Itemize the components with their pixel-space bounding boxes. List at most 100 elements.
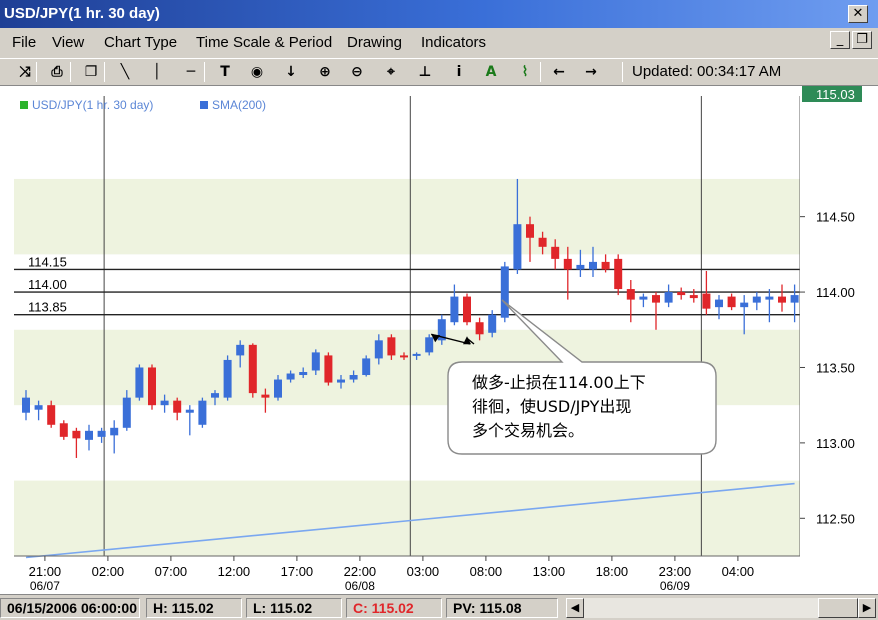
price-chart[interactable]: 114.15 114.00 113.85 USD/JPY(1 hr. 30 day) S… [0,86,878,594]
x-tick-label: 08:00 [470,564,503,579]
callout-text-line: 多个交易机会。 [472,421,584,440]
y-tick-label: 113.50 [816,360,855,375]
candle-body [72,430,81,439]
candle-body [563,258,572,270]
candle-body [374,340,383,359]
zoom-out-icon[interactable]: ⊖ [346,62,368,82]
toolbar-separator [70,62,71,82]
copy-icon[interactable]: ❐ [80,62,102,82]
scroll-thumb[interactable] [818,598,858,618]
x-tick-label: 18:00 [596,564,629,579]
candle-body [387,337,396,356]
toolbar-separator [104,62,105,82]
candle-body [589,261,597,270]
x-tick-date-label: 06/09 [660,579,690,593]
price-band [14,480,800,556]
candle-body [576,264,585,270]
zoom-in-icon[interactable]: ⊕ [314,62,336,82]
menu-time-scale-period[interactable]: Time Scale & Period [196,34,332,51]
info-icon[interactable]: i [448,62,470,82]
candle-body [614,258,623,290]
close-window-button[interactable]: ✕ [848,5,868,23]
menu-view[interactable]: View [52,34,84,51]
restore-button[interactable]: ❐ [852,31,872,49]
candle-body [286,373,295,380]
minimize-button[interactable]: _ [830,31,850,49]
candle-body [324,355,333,383]
candle-body [400,355,408,358]
menu-drawing[interactable]: Drawing [347,34,402,51]
x-tick-label: 13:00 [533,564,566,579]
candle-body [412,353,421,356]
scroll-right-button[interactable]: ▶ [858,598,876,618]
target-icon[interactable]: ◉ [246,62,268,82]
status-close: C: 115.02 [346,598,442,618]
x-tick-label: 04:00 [722,564,755,579]
current-price-label: 115.03 [816,87,855,102]
candle-body [248,344,257,394]
candle-body [689,295,698,299]
text-tool-icon[interactable]: T [214,62,236,82]
x-tick-label: 02:00 [92,564,125,579]
candle-body [59,423,68,437]
fit-icon[interactable]: ⌖ [380,62,402,82]
candle-body [538,237,547,247]
horizontal-line-icon[interactable]: ─ [180,62,202,82]
menu-bar: File View Chart Type Time Scale & Period… [0,28,878,58]
candle-body [727,296,736,308]
candle-body [148,367,156,406]
menu-indicators[interactable]: Indicators [421,34,486,51]
cursor-cross-icon[interactable]: ⤨ [14,62,36,82]
candle-body [185,409,194,413]
candle-body [715,299,723,308]
candle-body [135,367,144,398]
candle-body [626,289,635,300]
hline-label: 114.15 [28,254,67,269]
y-tick-label: 114.00 [816,285,855,300]
x-tick-label: 23:00 [659,564,692,579]
scroll-track[interactable] [584,598,858,618]
scroll-left-icon[interactable]: ← [548,62,570,82]
scroll-left-button[interactable]: ◀ [566,598,584,618]
menu-file[interactable]: File [12,34,36,51]
y-tick-label: 114.50 [816,210,855,225]
candle-body [752,296,761,303]
candle-body [211,393,219,398]
candle-body [22,397,30,413]
x-tick-label: 22:00 [344,564,377,579]
candle-body [463,296,471,323]
candle-body [475,322,484,335]
menu-chart-type[interactable]: Chart Type [104,34,177,51]
anchor-icon[interactable]: ⊥ [414,62,436,82]
toolbar-separator [622,62,623,82]
candle-body [778,296,786,303]
candle-body [299,372,308,376]
line-tool-icon[interactable]: ╲ [114,62,136,82]
candle-body [450,296,459,323]
candle-body [652,295,660,303]
annotation-a-icon[interactable]: A [480,62,502,82]
candle-body [47,405,56,425]
hline-label: 114.00 [28,277,67,292]
candle-body [85,430,93,440]
candle-body [601,261,610,270]
candle-body [500,266,509,318]
print-icon[interactable]: ⎙ [46,62,68,82]
candle-body [790,295,799,303]
chart-area[interactable]: 114.15 114.00 113.85 USD/JPY(1 hr. 30 day) S… [0,86,878,594]
candle-body [425,337,434,353]
status-pv: PV: 115.08 [446,598,558,618]
candle-body [702,293,711,309]
x-tick-date-label: 06/08 [345,579,375,593]
vertical-line-icon[interactable]: │ [146,62,168,82]
scroll-right-icon[interactable]: → [580,62,602,82]
x-tick-label: 12:00 [218,564,251,579]
candle-body [198,400,207,425]
trend-icon[interactable]: ⌇ [514,62,536,82]
candle-body [664,292,673,303]
candle-body [311,352,320,371]
candle-body [236,344,245,356]
arrow-down-icon[interactable]: ↓ [280,62,302,82]
candle-body [740,302,749,308]
x-tick-label: 21:00 [29,564,62,579]
